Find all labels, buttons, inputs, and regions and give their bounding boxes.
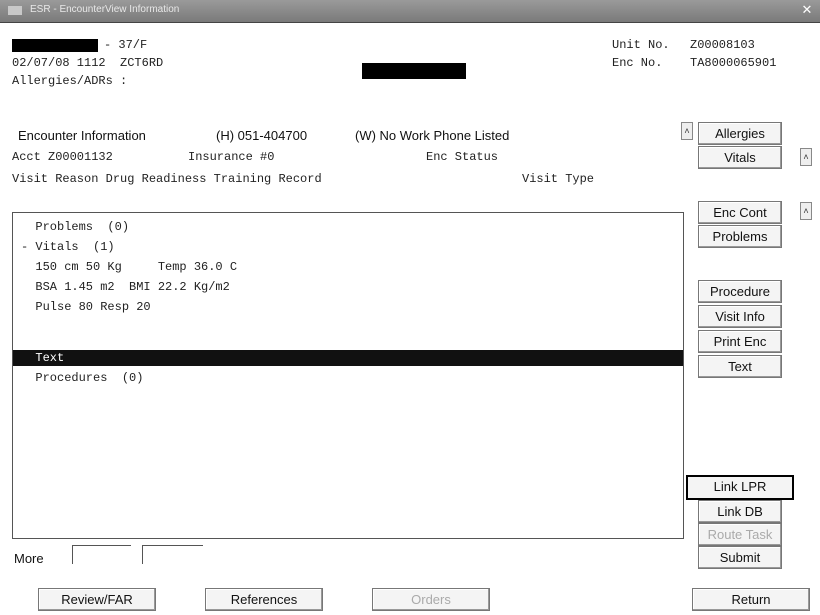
account-number: Acct Z00001132 [12, 150, 113, 164]
encounter-heading: Encounter Information [18, 128, 146, 143]
return-button[interactable]: Return [692, 588, 810, 611]
unit-no-label: Unit No. [612, 38, 670, 52]
review-far-button[interactable]: Review/FAR [38, 588, 156, 611]
orders-button[interactable]: Orders [372, 588, 490, 611]
print-enc-button[interactable]: Print Enc [698, 330, 782, 353]
link-lpr-button[interactable]: Link LPR [686, 475, 794, 500]
more-field-1[interactable] [72, 545, 131, 564]
redacted-patient-name [12, 39, 98, 52]
patient-age-sex: - 37/F [104, 38, 148, 52]
close-icon[interactable]: ✕ [800, 3, 814, 17]
tree-item-procedures[interactable]: Procedures (0) [13, 370, 683, 386]
tree-item-text[interactable]: Text [13, 350, 683, 366]
visit-type: Visit Type [522, 172, 595, 186]
date-time-line: 02/07/08 1112 ZCT6RD [12, 56, 164, 70]
procedure-button[interactable]: Procedure [698, 280, 782, 303]
tree-item-vitals[interactable]: - Vitals (1) [13, 239, 683, 255]
text-button[interactable]: Text [698, 355, 782, 378]
visit-reason: Visit Reason Drug Readiness Training Rec… [12, 172, 322, 186]
allergies-line: Allergies/ADRs : [12, 74, 128, 88]
route-task-button[interactable]: Route Task [698, 523, 782, 546]
visit-info-button[interactable]: Visit Info [698, 305, 782, 328]
problems-button[interactable]: Problems [698, 225, 782, 248]
allergies-button[interactable]: Allergies [698, 122, 782, 145]
home-phone: (H) 051-404700 [216, 128, 308, 143]
tree-item-vitals-measures[interactable]: 150 cm 50 Kg Temp 36.0 C [13, 259, 683, 275]
tree-item-problems[interactable]: Problems (0) [13, 219, 683, 235]
enc-cont-arrow-icon[interactable]: ˄ [800, 202, 812, 220]
submit-button[interactable]: Submit [698, 546, 782, 569]
enc-no-value: TA8000065901 [690, 56, 777, 70]
redacted-field [362, 63, 466, 79]
scroll-up-icon[interactable]: ˄ [681, 122, 693, 140]
references-button[interactable]: References [205, 588, 323, 611]
link-db-button[interactable]: Link DB [698, 500, 782, 523]
unit-no-value: Z00008103 [690, 38, 755, 52]
window-icon [8, 6, 22, 15]
vitals-arrow-icon[interactable]: ˄ [800, 148, 812, 166]
window-title: ESR - EncounterView Information [30, 4, 180, 15]
enc-cont-button[interactable]: Enc Cont [698, 201, 782, 224]
enc-status: Enc Status [426, 150, 499, 164]
tree-item-bsa-bmi[interactable]: BSA 1.45 m2 BMI 22.2 Kg/m2 [13, 279, 683, 295]
more-field-2[interactable] [142, 545, 203, 564]
work-phone: (W) No Work Phone Listed [355, 128, 510, 143]
tree-item-pulse-resp[interactable]: Pulse 80 Resp 20 [13, 299, 683, 315]
encounter-tree-panel[interactable]: Problems (0) - Vitals (1) 150 cm 50 Kg T… [12, 212, 684, 539]
more-label: More [14, 551, 44, 566]
enc-no-label: Enc No. [612, 56, 663, 70]
insurance: Insurance #0 [188, 150, 275, 164]
vitals-button[interactable]: Vitals [698, 146, 782, 169]
